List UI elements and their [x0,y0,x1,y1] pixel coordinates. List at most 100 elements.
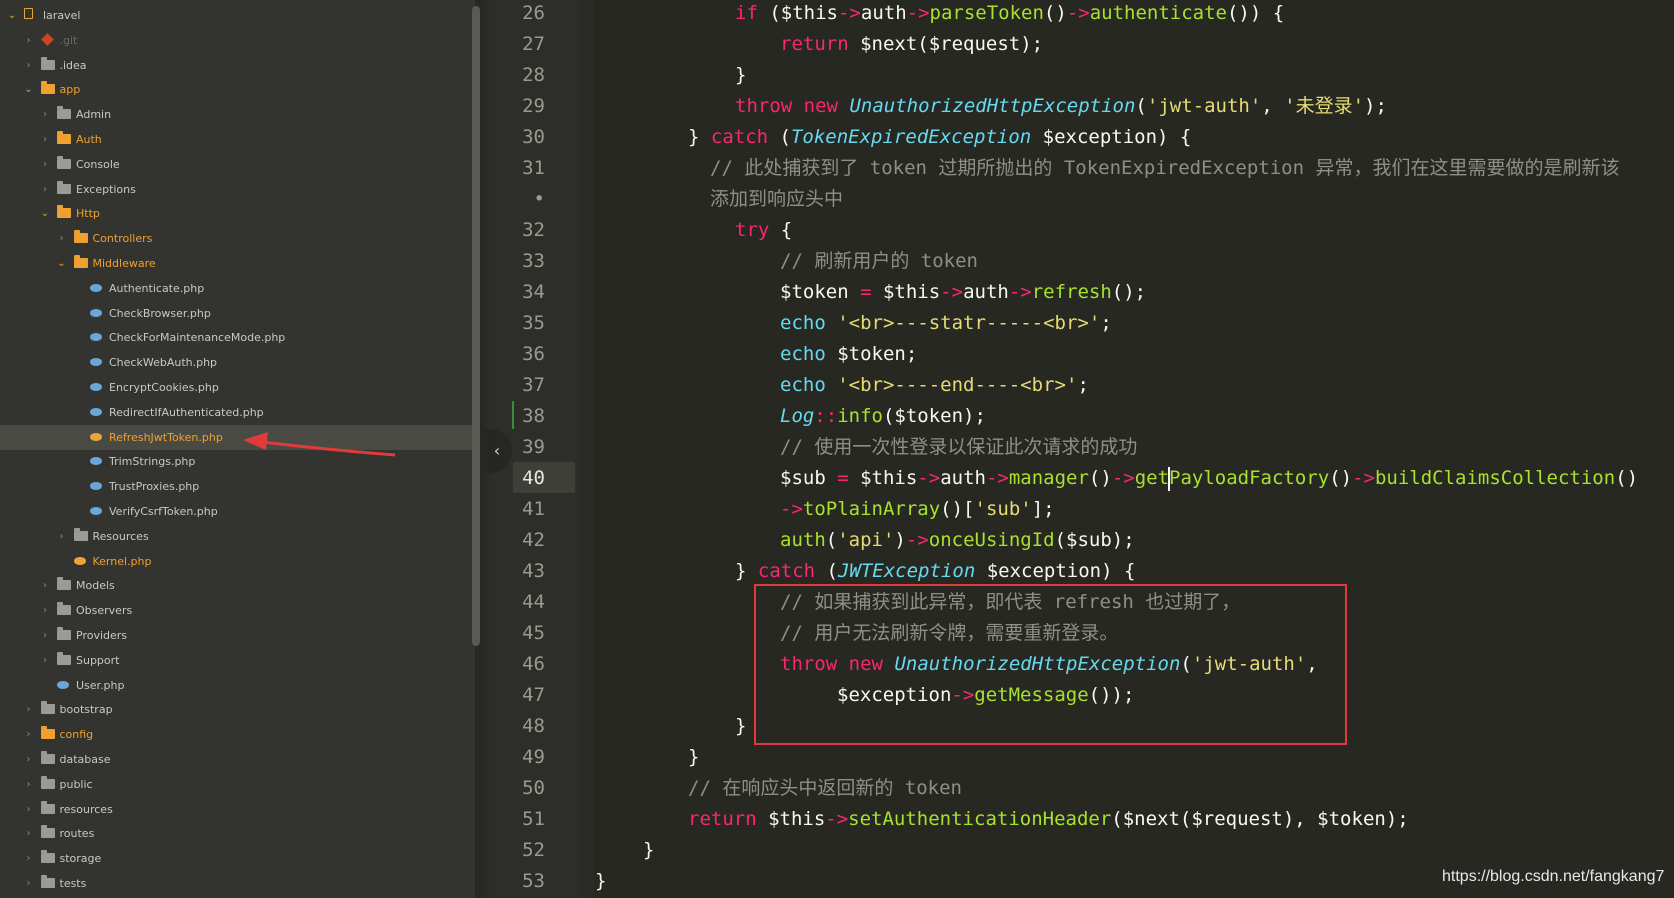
code-line[interactable]: try { [735,215,792,246]
line-number: 34 [522,281,545,303]
sidebar-scrollbar[interactable] [472,6,480,646]
tree-item[interactable]: ⌄ Middleware [0,251,475,276]
code-line[interactable]: // 此处捕获到了 token 过期所抛出的 TokenExpiredExcep… [710,153,1620,184]
code-line[interactable]: return $this->setAuthenticationHeader($n… [688,804,1409,835]
tree-item[interactable]: › bootstrap [0,697,475,722]
code-line[interactable]: // 使用一次性登录以保证此次请求的成功 [780,432,1137,463]
tree-item[interactable]: › storage [0,846,475,871]
tree-item[interactable]: › Support [0,648,475,673]
tree-item[interactable]: › config [0,722,475,747]
tree-item[interactable]: TrustProxies.php [0,474,475,499]
code-line[interactable]: // 在响应头中返回新的 token [688,773,962,804]
tree-item[interactable]: EncryptCookies.php [0,375,475,400]
tree-item[interactable]: › resources [0,797,475,822]
tree-item-label: Admin [76,108,112,122]
tree-item[interactable]: › Resources [0,524,475,549]
tree-item[interactable]: › .git [0,28,475,53]
tree-item-label: Controllers [92,232,153,246]
chevron-right-icon[interactable]: › [39,152,51,177]
code-line[interactable]: echo '<br>---statr-----<br>'; [780,308,1112,339]
tree-item[interactable]: › Auth [0,127,475,152]
tree-item-label: EncryptCookies.php [109,381,219,394]
tree-item[interactable]: › .idea [0,53,475,78]
chevron-right-icon[interactable]: › [23,772,35,797]
tree-item[interactable]: RefreshJwtToken.php [0,424,475,450]
code-line[interactable]: auth('api')->onceUsingId($sub); [780,525,1135,556]
tree-item[interactable]: TrimStrings.php [0,449,475,474]
chevron-right-icon[interactable]: › [23,28,35,53]
tree-item[interactable]: › Models [0,573,475,598]
chevron-right-icon[interactable]: › [39,102,51,127]
chevron-down-icon[interactable]: ⌄ [56,251,68,276]
code-token: manager [1008,467,1089,489]
chevron-down-icon[interactable]: ⌄ [39,201,51,226]
code-line[interactable]: } [735,711,746,742]
code-token: ( [815,560,838,582]
chevron-right-icon[interactable]: › [23,797,35,822]
code-line[interactable]: $sub = $this->auth->manager()->getPayloa… [780,463,1638,494]
code-token: buildClaimsCollection [1374,467,1616,489]
tree-item[interactable]: › database [0,747,475,772]
chevron-down-icon[interactable]: ⌄ [6,3,18,28]
tree-item[interactable]: › Console [0,152,475,177]
code-line[interactable]: } [595,866,606,897]
chevron-right-icon[interactable]: › [39,177,51,202]
tree-item[interactable]: › Exceptions [0,177,475,202]
code-token: $this [871,281,941,303]
php-file-icon [73,554,88,565]
tree-item[interactable]: ⌄ laravel [0,3,475,28]
tree-item[interactable]: › tests [0,871,475,896]
code-line[interactable]: if ($this->auth->parseToken()->authentic… [735,0,1284,29]
folder-icon [57,651,71,665]
chevron-right-icon[interactable]: › [23,821,35,846]
code-editor[interactable]: if ($this->auth->parseToken()->authentic… [595,0,1674,898]
line-number: 37 [522,374,545,396]
code-line[interactable]: } [643,835,654,866]
tree-item[interactable]: VerifyCsrfToken.php [0,499,475,524]
tree-item[interactable]: ⌄ app [0,77,475,102]
tree-item[interactable]: › Providers [0,623,475,648]
tree-item[interactable]: User.php [0,673,475,698]
code-line[interactable]: 添加到响应头中 [710,184,843,215]
tree-item[interactable]: › Observers [0,598,475,623]
tree-item[interactable]: CheckBrowser.php [0,301,475,326]
chevron-right-icon[interactable]: › [23,697,35,722]
code-line[interactable]: // 刷新用户的 token [780,246,978,277]
tree-item[interactable]: › public [0,772,475,797]
code-token: ( [757,2,781,24]
chevron-right-icon[interactable]: › [39,598,51,623]
tree-item[interactable]: › Admin [0,102,475,127]
tree-item[interactable]: CheckWebAuth.php [0,350,475,375]
chevron-right-icon[interactable]: › [23,722,35,747]
tree-item[interactable]: Kernel.php [0,549,475,574]
tree-item[interactable]: CheckForMaintenanceMode.php [0,325,475,350]
chevron-right-icon[interactable]: › [39,648,51,673]
chevron-right-icon[interactable]: › [39,623,51,648]
chevron-right-icon[interactable]: › [23,747,35,772]
chevron-right-icon[interactable]: › [56,524,68,549]
chevron-right-icon[interactable]: › [23,871,35,896]
tree-item[interactable]: RedirectIfAuthenticated.php [0,400,475,425]
chevron-right-icon[interactable]: › [23,846,35,871]
code-line[interactable]: return $next($request); [780,29,1043,60]
tree-item[interactable]: › routes [0,821,475,846]
code-line[interactable]: echo '<br>----end----<br>'; [780,370,1089,401]
chevron-right-icon[interactable]: › [56,226,68,251]
tree-item[interactable]: Authenticate.php [0,276,475,301]
code-line[interactable]: ->toPlainArray()['sub']; [780,494,1055,525]
code-line[interactable]: } [688,742,699,773]
code-line[interactable]: Log::info($token); [780,401,986,432]
code-line[interactable]: echo $token; [780,339,917,370]
code-line[interactable]: } catch (TokenExpiredException $exceptio… [688,122,1191,153]
chevron-right-icon[interactable]: › [39,573,51,598]
code-token: 'jwt-auth' [1146,95,1262,117]
tree-item[interactable]: ⌄ Http [0,201,475,226]
code-line[interactable]: $token = $this->auth->refresh(); [780,277,1146,308]
code-line[interactable]: throw new UnauthorizedHttpException('jwt… [735,91,1387,122]
chevron-right-icon[interactable]: › [39,127,51,152]
code-line[interactable]: } [735,60,746,91]
chevron-right-icon[interactable]: › [23,53,35,78]
code-line[interactable]: } catch (JWTException $exception) { [735,556,1135,587]
chevron-down-icon[interactable]: ⌄ [23,77,35,102]
tree-item[interactable]: › Controllers [0,226,475,251]
